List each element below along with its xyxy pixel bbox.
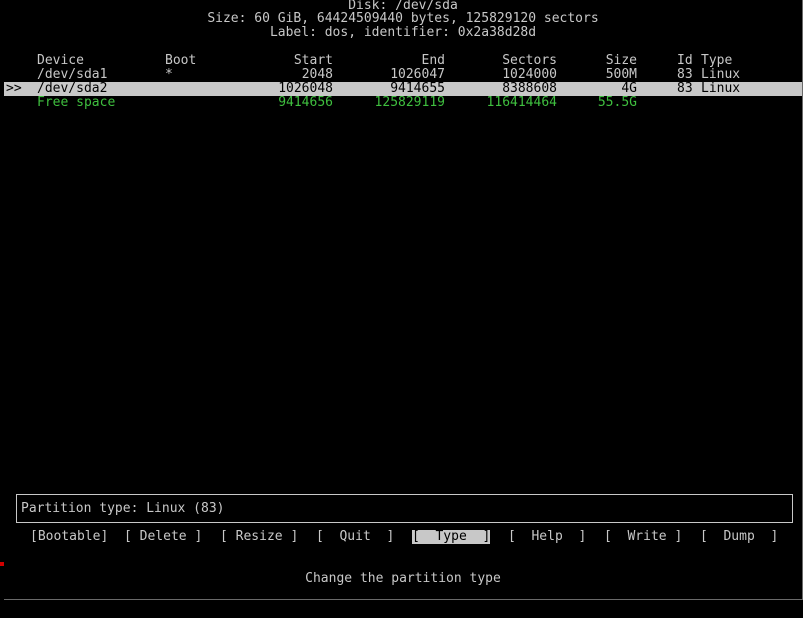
- resize-button[interactable]: [ Resize ]: [220, 530, 298, 544]
- row-id: 83: [677, 67, 693, 82]
- row-start: 2048: [301, 67, 333, 82]
- row-marker: >>: [6, 81, 22, 96]
- partition-row-sda2[interactable]: >> /dev/sda2 1026048 9414655 8388608 4G …: [4, 82, 802, 96]
- delete-button[interactable]: [ Delete ]: [124, 530, 202, 544]
- row-device: /dev/sda2: [37, 81, 108, 96]
- partition-row-sda1[interactable]: /dev/sda1 * 2048 1026047 1024000 500M 83…: [4, 68, 802, 82]
- help-button[interactable]: [ Help ]: [508, 530, 586, 544]
- row-size: 4G: [621, 81, 637, 96]
- row-start: 1026048: [278, 81, 333, 96]
- row-end: 9414655: [390, 81, 445, 96]
- partition-info-box: Partition type: Linux (83): [16, 494, 793, 523]
- header-device: Device: [37, 53, 84, 68]
- row-sectors: 1024000: [502, 67, 557, 82]
- header-start: Start: [293, 53, 333, 68]
- bootable-button[interactable]: [Bootable]: [30, 530, 108, 544]
- row-sectors: 8388608: [502, 81, 557, 96]
- disk-label: Label: dos, identifier: 0x2a38d28d: [269, 25, 537, 40]
- type-button[interactable]: [ Type ]: [412, 530, 491, 544]
- row-size: 500M: [605, 67, 637, 82]
- partition-table-header: Device Boot Start End Sectors Size Id Ty…: [4, 54, 802, 68]
- cursor-marker: [0, 562, 4, 566]
- quit-button[interactable]: [ Quit ]: [316, 530, 394, 544]
- row-id: 83: [677, 81, 693, 96]
- header-id: Id: [677, 53, 693, 68]
- header-type: Type: [701, 53, 733, 68]
- row-end: 1026047: [390, 67, 445, 82]
- row-boot-flag: *: [165, 67, 173, 82]
- row-start: 9414656: [278, 95, 333, 110]
- row-size: 55.5G: [597, 95, 637, 110]
- action-menu: [Bootable] [ Delete ] [ Resize ] [ Quit …: [4, 530, 802, 544]
- disk-size: Size: 60 GiB, 64424509440 bytes, 1258291…: [207, 11, 599, 26]
- header-boot: Boot: [165, 53, 197, 68]
- partition-row-free-space[interactable]: Free space 9414656 125829119 116414464 5…: [4, 96, 802, 110]
- status-message: Change the partition type: [305, 571, 501, 586]
- partition-info-text: Partition type: Linux (83): [21, 501, 225, 516]
- row-device: /dev/sda1: [37, 67, 108, 82]
- write-button[interactable]: [ Write ]: [604, 530, 682, 544]
- row-type: Linux: [701, 81, 741, 96]
- header-end: End: [421, 53, 445, 68]
- header-sectors: Sectors: [502, 53, 557, 68]
- row-sectors: 116414464: [486, 95, 557, 110]
- row-type: Linux: [701, 67, 741, 82]
- dump-button[interactable]: [ Dump ]: [700, 530, 778, 544]
- row-device: Free space: [37, 95, 116, 110]
- row-end: 125829119: [374, 95, 445, 110]
- header-size: Size: [605, 53, 637, 68]
- terminal-window: Disk: /dev/sda Size: 60 GiB, 64424509440…: [4, 0, 803, 600]
